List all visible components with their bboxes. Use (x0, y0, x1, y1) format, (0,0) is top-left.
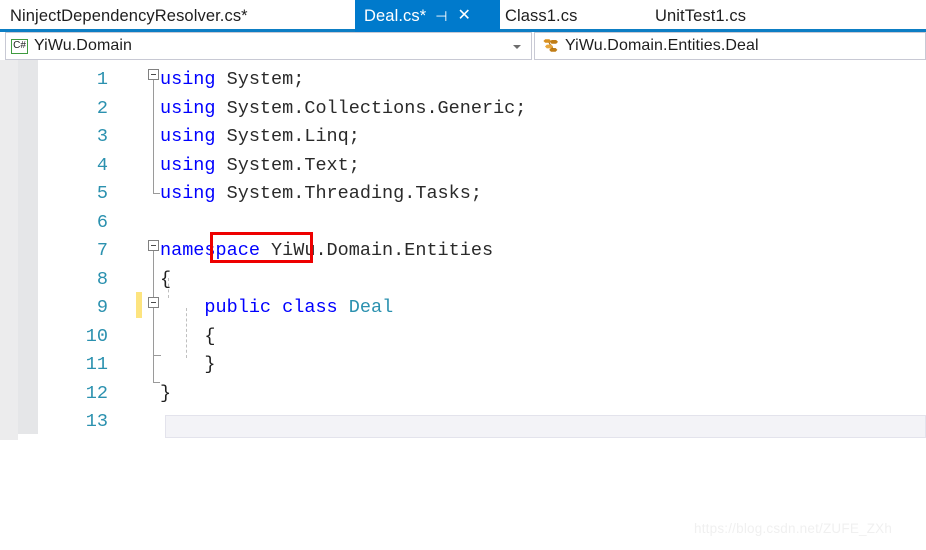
code-token: using (160, 183, 227, 204)
code-line[interactable]: public class Deal (160, 294, 393, 323)
code-line[interactable]: } (160, 351, 216, 380)
code-token: using (160, 154, 227, 176)
line-number: 7 (96, 240, 108, 261)
code-line[interactable]: { (160, 266, 171, 295)
line-number: 5 (96, 183, 108, 204)
code-surface[interactable]: 1 using System; 2 using System.Collections.… (0, 60, 926, 550)
code-token: using (160, 126, 227, 147)
code-token: class (282, 297, 349, 318)
code-token: System.Threading.Tasks; (226, 183, 482, 204)
code-token: } (160, 354, 216, 375)
csharp-project-icon: C# (11, 38, 28, 54)
annotation-rectangle-public (210, 232, 313, 263)
line-number: 8 (96, 268, 108, 290)
project-dropdown-value: YiWu.Domain (34, 37, 133, 54)
code-token: System.Text; (226, 154, 360, 176)
horizontal-scrollbar[interactable] (165, 415, 926, 438)
code-line[interactable]: using System; (160, 66, 304, 95)
type-dropdown-value: YiWu.Domain.Entities.Deal (565, 37, 759, 54)
project-dropdown[interactable]: C# YiWu.Domain (5, 32, 532, 60)
code-token: System; (226, 69, 305, 90)
chevron-down-icon[interactable] (513, 45, 521, 49)
type-dropdown[interactable]: YiWu.Domain.Entities.Deal (534, 32, 926, 60)
line-number: 6 (96, 211, 108, 233)
watermark: https://blog.csdn.net/ZUFE_ZXh (694, 521, 893, 536)
code-token: System.Linq; (226, 126, 360, 147)
code-line[interactable]: using System.Collections.Generic; (160, 95, 526, 124)
code-line[interactable]: using System.Text; (160, 152, 360, 181)
code-line[interactable]: using System.Threading.Tasks; (160, 180, 482, 209)
code-token: Deal (348, 297, 394, 318)
tab-label: Class1.cs (505, 6, 578, 25)
code-token: using (160, 69, 227, 90)
line-number: 3 (96, 126, 108, 147)
editor-tab-strip: NinjectDependencyResolver.cs* Deal.cs* ⊣… (0, 0, 926, 32)
line-number: 11 (85, 354, 108, 375)
line-number: 4 (96, 154, 108, 176)
tab-deal[interactable]: Deal.cs* ⊣ ✕ (355, 0, 500, 32)
line-number: 12 (85, 382, 108, 404)
line-number: 2 (96, 97, 108, 119)
code-token: System.Collections.Generic; (226, 97, 527, 119)
code-line[interactable]: { (160, 323, 216, 352)
code-token: public (204, 297, 283, 318)
editor-navigation-bar: C# YiWu.Domain YiWu.Domain.Entities.Deal (0, 32, 926, 60)
tab-class1[interactable]: Class1.cs (505, 0, 577, 32)
tab-label: UnitTest1.cs (655, 6, 747, 25)
class-icon (542, 38, 560, 54)
code-line[interactable]: using System.Linq; (160, 123, 360, 152)
code-editor[interactable]: 1 using System; 2 using System.Collections.… (0, 60, 926, 550)
line-number: 9 (96, 297, 108, 318)
code-token: { (160, 325, 216, 347)
tab-label: NinjectDependencyResolver.cs* (10, 6, 248, 25)
code-line[interactable]: } (160, 380, 171, 409)
tab-label: Deal.cs* (364, 6, 427, 25)
line-number: 10 (85, 325, 108, 347)
tab-ninject-dependency-resolver[interactable]: NinjectDependencyResolver.cs* (10, 0, 248, 32)
code-token: } (160, 382, 172, 404)
line-number: 1 (96, 69, 108, 90)
pin-icon[interactable]: ⊣ (435, 9, 447, 23)
close-icon[interactable]: ✕ (457, 8, 470, 24)
line-number: 13 (85, 411, 108, 432)
code-token: using (160, 97, 227, 119)
tab-unittest1[interactable]: UnitTest1.cs (655, 0, 746, 32)
code-token: { (160, 268, 172, 290)
